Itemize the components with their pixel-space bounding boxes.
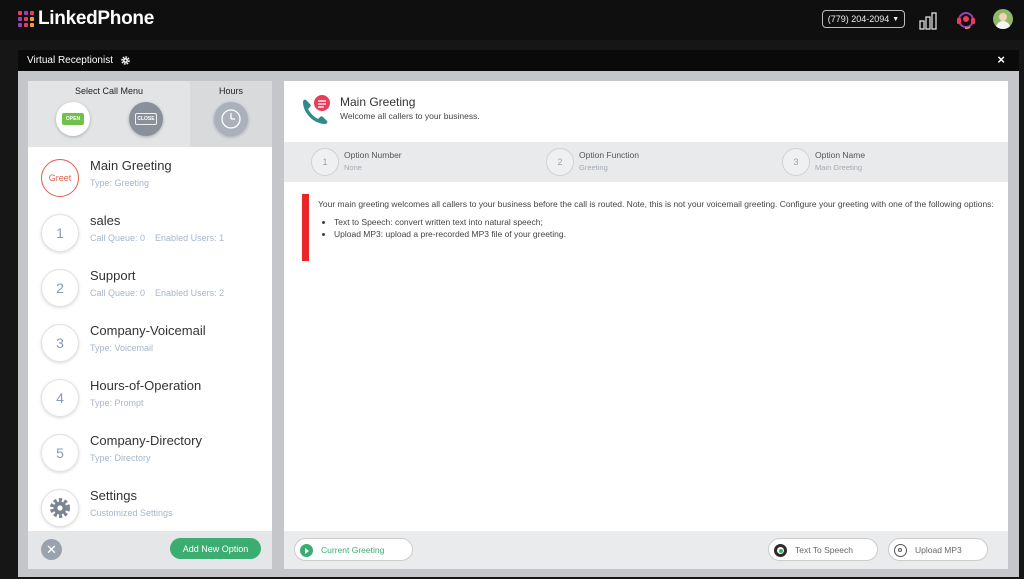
option-number-badge: 3 (41, 324, 79, 362)
closed-menu-button[interactable]: CLOSE (129, 102, 163, 136)
info-bullet: Upload MP3: upload a pre-recorded MP3 fi… (334, 228, 1002, 240)
step-number: 2 (546, 148, 574, 176)
step-label: Option Name (815, 150, 866, 160)
gear-icon[interactable] (120, 55, 131, 66)
step-number: 3 (782, 148, 810, 176)
hours-section: Hours (190, 81, 272, 147)
detail-title: Main Greeting (340, 95, 416, 109)
open-sign-icon: OPEN (62, 113, 84, 125)
phone-number-select[interactable]: (779) 204-2094 ▼ (822, 10, 905, 28)
detail-subtitle: Welcome all callers to your business. (340, 111, 480, 121)
clock-icon (221, 109, 241, 129)
modal-body: Select Call Menu OPEN CLOSE Hours Greet … (18, 71, 1019, 577)
option-subtitle: Type: Voicemail (90, 343, 154, 353)
option-main-greeting[interactable]: Greet Main Greeting Type: Greeting (28, 147, 272, 202)
brand-logo[interactable]: LinkedPhone (18, 8, 154, 30)
info-text: Your main greeting welcomes all callers … (318, 199, 994, 209)
play-icon (300, 544, 313, 557)
call-menu-header: Select Call Menu OPEN CLOSE Hours (28, 81, 272, 147)
close-sign-icon: CLOSE (135, 113, 157, 125)
brand-name: LinkedPhone (38, 8, 154, 29)
option-title: sales (90, 213, 121, 228)
x-icon: ✕ (46, 541, 57, 557)
option-subtitle: Type: Greeting (90, 178, 150, 188)
option-title: Hours-of-Operation (90, 378, 202, 393)
option-title: Main Greeting (90, 158, 172, 173)
step-value: None (344, 163, 362, 172)
text-to-speech-option[interactable]: Text To Speech (768, 538, 878, 561)
option-subtitle: Type: Prompt (90, 398, 144, 408)
option-company-voicemail[interactable]: 3 Company-Voicemail Type: Voicemail (28, 312, 272, 367)
option-title: Settings (90, 488, 137, 503)
greeting-info-box: Your main greeting welcomes all callers … (302, 194, 1002, 261)
option-number-badge: 1 (41, 214, 79, 252)
select-call-menu-section: Select Call Menu OPEN CLOSE (28, 81, 190, 147)
option-title: Company-Voicemail (90, 323, 206, 338)
option-hours-of-operation[interactable]: 4 Hours-of-Operation Type: Prompt (28, 367, 272, 422)
option-number-badge: 4 (41, 379, 79, 417)
option-settings[interactable]: Settings Customized Settings (28, 477, 272, 532)
settings-gear-icon (41, 489, 79, 527)
current-greeting-button[interactable]: Current Greeting (294, 538, 413, 561)
option-company-directory[interactable]: 5 Company-Directory Type: Directory (28, 422, 272, 477)
step-value: Main Greeting (815, 163, 863, 172)
add-new-option-button[interactable]: Add New Option (170, 538, 261, 559)
option-list: Greet Main Greeting Type: Greeting 1 sal… (28, 147, 272, 532)
option-sales[interactable]: 1 sales Call Queue: 0 Enabled Users: 1 (28, 202, 272, 257)
modal-header: Virtual Receptionist × (18, 50, 1019, 71)
phone-number-value: (779) 204-2094 (827, 14, 890, 24)
phone-greeting-icon (303, 95, 330, 124)
option-number-badge: 2 (41, 269, 79, 307)
current-greeting-label: Current Greeting (321, 544, 385, 555)
step-label: Option Function (579, 150, 640, 160)
step-number: 1 (311, 148, 339, 176)
info-bullet: Text to Speech: convert written text int… (334, 216, 1002, 228)
close-icon[interactable]: × (997, 53, 1005, 67)
detail-header: Main Greeting Welcome all callers to you… (284, 81, 1008, 142)
call-menu-panel: Select Call Menu OPEN CLOSE Hours Greet … (28, 81, 272, 569)
support-headset-icon[interactable] (955, 9, 977, 31)
select-call-menu-label: Select Call Menu (74, 86, 144, 96)
option-title: Support (90, 268, 136, 283)
upload-mp3-option[interactable]: Upload MP3 (888, 538, 988, 561)
option-detail-panel: Main Greeting Welcome all callers to you… (284, 81, 1008, 569)
text-to-speech-label: Text To Speech (795, 544, 853, 555)
hours-button[interactable] (214, 102, 248, 136)
modal-title: Virtual Receptionist (27, 55, 113, 66)
option-subtitle: Type: Directory (90, 453, 151, 463)
user-avatar[interactable] (993, 9, 1013, 29)
logo-grid-icon (18, 11, 34, 27)
option-subtitle: Call Queue: 0 Enabled Users: 1 (90, 233, 225, 243)
option-subtitle: Call Queue: 0 Enabled Users: 2 (90, 288, 225, 298)
option-support[interactable]: 2 Support Call Queue: 0 Enabled Users: 2 (28, 257, 272, 312)
radio-selected-icon (774, 544, 787, 557)
left-panel-footer: ✕ Add New Option (28, 531, 272, 569)
bar-chart-icon[interactable] (918, 9, 940, 31)
top-bar: LinkedPhone (779) 204-2094 ▼ (0, 0, 1024, 40)
option-number-badge: 5 (41, 434, 79, 472)
option-title: Company-Directory (90, 433, 202, 448)
open-menu-button[interactable]: OPEN (56, 102, 90, 136)
option-steps: 1 Option Number None 2 Option Function G… (284, 142, 1008, 182)
upload-mp3-label: Upload MP3 (915, 544, 962, 555)
step-label: Option Number (344, 150, 402, 160)
option-subtitle: Customized Settings (90, 508, 173, 518)
chevron-down-icon: ▼ (892, 15, 900, 23)
delete-option-button[interactable]: ✕ (41, 539, 62, 560)
detail-footer: Current Greeting Text To Speech Upload M… (284, 531, 1008, 569)
greet-badge: Greet (41, 159, 79, 197)
radio-unselected-icon (894, 544, 907, 557)
hours-label: Hours (218, 86, 243, 96)
step-value: Greeting (579, 163, 608, 172)
info-bullets: Text to Speech: convert written text int… (318, 216, 1002, 240)
